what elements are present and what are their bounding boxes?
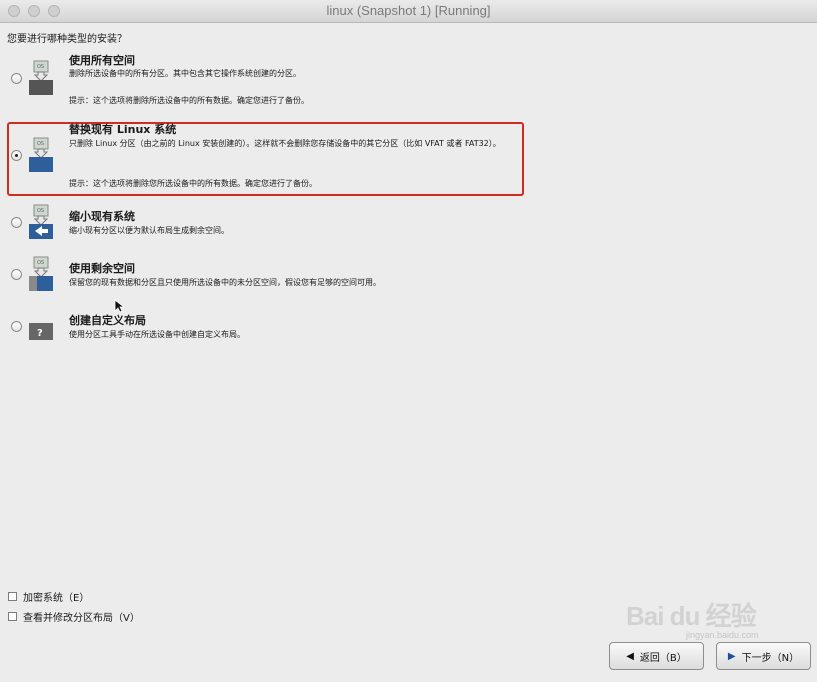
- back-arrow-icon: ◀: [626, 650, 634, 662]
- option-description: 删除所选设备中的所有分区。其中包含其它操作系统创建的分区。: [69, 69, 301, 78]
- encrypt-system-label: 加密系统（E）: [23, 593, 90, 604]
- svg-text:OS: OS: [37, 64, 44, 70]
- option-tip: 提示：这个选项将删除您所选设备中的所有数据。确定您进行了备份。: [69, 179, 317, 188]
- option-title: 创建自定义布局: [69, 314, 146, 327]
- option-title: 使用剩余空间: [69, 262, 135, 275]
- svg-text:?: ?: [37, 328, 43, 339]
- free-space-disk-icon: OS: [27, 256, 55, 291]
- review-partition-checkbox-row[interactable]: 查看并修改分区布局（V）: [8, 609, 140, 624]
- mouse-cursor-icon: [114, 298, 126, 317]
- radio-shrink-existing[interactable]: [11, 217, 22, 228]
- next-button-label: 下一步（N）: [741, 652, 800, 664]
- encrypt-system-checkbox-row[interactable]: 加密系统（E）: [8, 589, 89, 604]
- window-title: linux (Snapshot 1) [Running]: [326, 3, 491, 18]
- watermark-text: Bai du 经验: [626, 601, 757, 631]
- back-button[interactable]: ◀ 返回（B）: [609, 642, 704, 670]
- svg-text:OS: OS: [37, 208, 44, 214]
- option-title: 缩小现有系统: [69, 210, 135, 223]
- shrink-disk-icon: OS: [27, 204, 55, 239]
- option-description: 保留您的现有数据和分区且只使用所选设备中的未分区空间，假设您有足够的空间可用。: [69, 278, 381, 287]
- review-partition-checkbox[interactable]: [8, 612, 17, 621]
- option-description: 只删除 Linux 分区（由之前的 Linux 安装创建的）。这样就不会删除您存…: [69, 139, 501, 148]
- encrypt-system-checkbox[interactable]: [8, 592, 17, 601]
- radio-custom-layout[interactable]: [11, 321, 22, 332]
- svg-text:OS: OS: [37, 141, 44, 147]
- radio-use-free-space[interactable]: [11, 269, 22, 280]
- next-button[interactable]: ▶ 下一步（N）: [716, 642, 811, 670]
- window-titlebar: linux (Snapshot 1) [Running]: [0, 0, 817, 23]
- option-title: 使用所有空间: [69, 54, 135, 67]
- back-button-label: 返回（B）: [639, 652, 687, 664]
- radio-replace-linux[interactable]: [11, 150, 22, 161]
- option-description: 缩小现有分区以便为默认布局生成剩余空间。: [69, 226, 229, 235]
- svg-text:OS: OS: [37, 260, 44, 266]
- next-arrow-icon: ▶: [727, 650, 736, 662]
- option-description: 使用分区工具手动在所选设备中创建自定义布局。: [69, 330, 245, 339]
- review-partition-label: 查看并修改分区布局（V）: [23, 613, 140, 624]
- custom-layout-icon: ?: [27, 318, 55, 352]
- watermark-url: jingyan.baidu.com: [686, 630, 759, 640]
- install-type-question: 您要进行哪种类型的安装？: [7, 34, 127, 45]
- radio-use-all-space[interactable]: [11, 73, 22, 84]
- disk-os-icon: OS: [27, 137, 55, 172]
- disk-os-icon: OS: [27, 60, 55, 95]
- option-title: 替换现有 Linux 系统: [69, 123, 177, 136]
- baidu-watermark: Bai du 经验 jingyan.baidu.com: [626, 596, 759, 640]
- option-tip: 提示：这个选项将删除所选设备中的所有数据。确定您进行了备份。: [69, 96, 309, 105]
